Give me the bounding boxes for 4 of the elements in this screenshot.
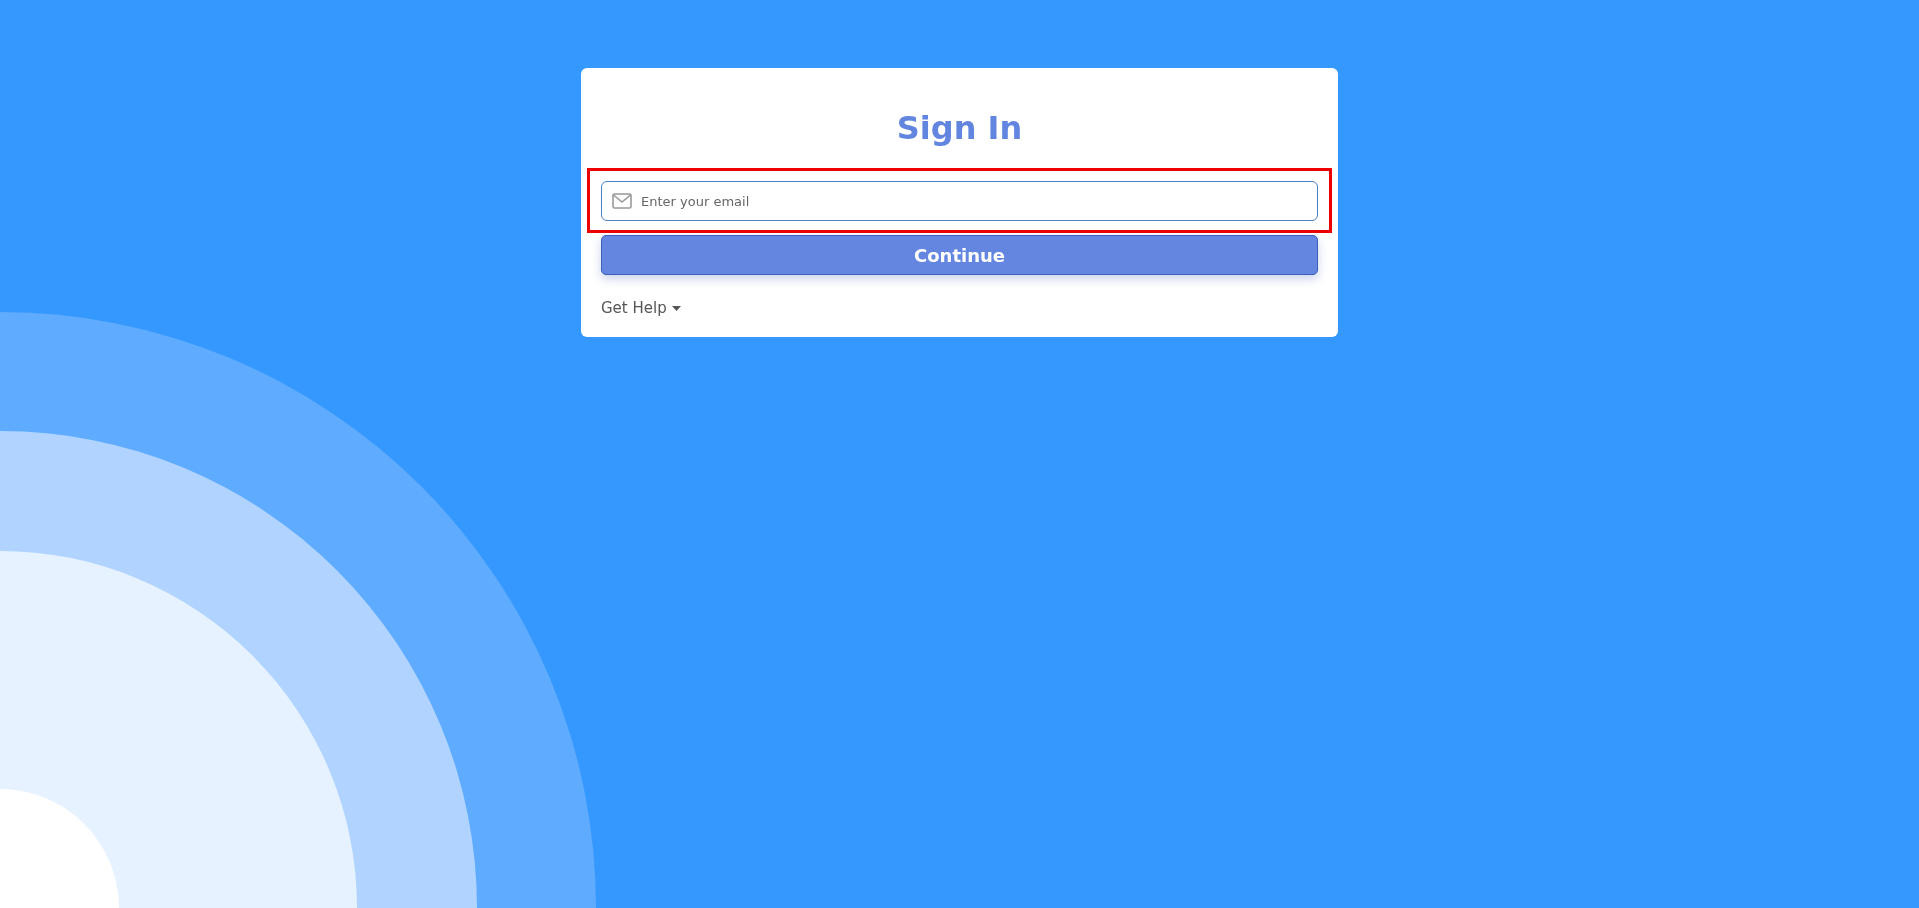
get-help-menu[interactable]: Get Help [601,299,681,317]
email-field[interactable]: Enter your email [601,181,1318,221]
sign-in-title: Sign In [895,108,1024,148]
caret-icon [671,305,681,311]
